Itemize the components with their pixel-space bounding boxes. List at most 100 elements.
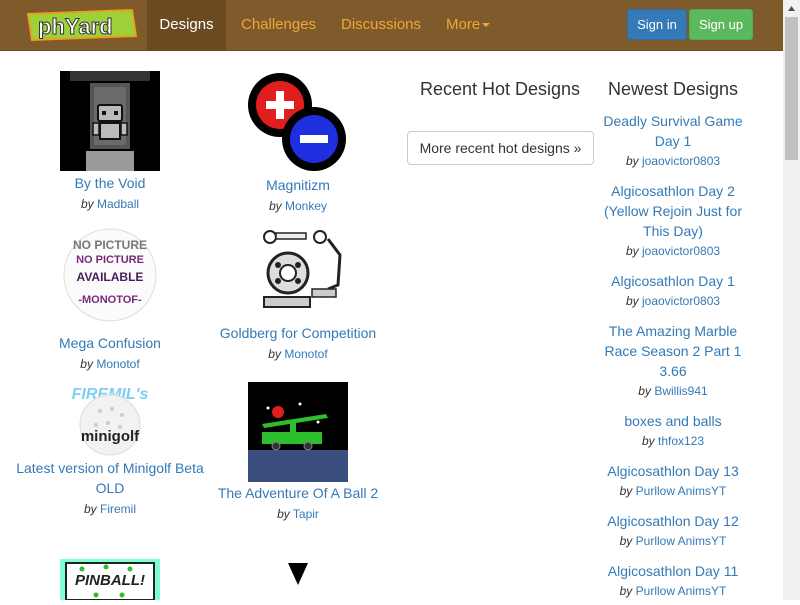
- list-item: Algicosathlon Day 11 by Purllow AnimsYT: [598, 561, 748, 600]
- newest-design-title[interactable]: boxes and balls: [598, 411, 748, 431]
- list-item: Algicosathlon Day 2 (Yellow Rejoin Just …: [598, 181, 748, 260]
- design-byline: by Madball: [15, 195, 205, 213]
- svg-text:PINBALL!: PINBALL!: [75, 572, 145, 589]
- by-label: by: [80, 357, 93, 371]
- author-link[interactable]: Tapir: [293, 507, 319, 521]
- newest-design-title[interactable]: Algicosathlon Day 12: [598, 511, 748, 531]
- design-thumbnail[interactable]: [248, 382, 348, 482]
- newest-design-byline: by joaovictor0803: [598, 242, 748, 260]
- newest-design-byline: by joaovictor0803: [598, 292, 748, 310]
- author-link[interactable]: thfox123: [658, 434, 704, 448]
- design-byline: by Monotof: [203, 345, 393, 363]
- vertical-scrollbar[interactable]: [783, 0, 800, 600]
- navbar: phYard Designs Challenges Discussions Mo…: [0, 0, 783, 51]
- design-card: By the Void by Madball: [15, 71, 205, 213]
- newest-design-title[interactable]: Algicosathlon Day 2 (Yellow Rejoin Just …: [598, 181, 748, 241]
- newest-design-byline: by joaovictor0803: [598, 152, 748, 170]
- scroll-up-icon[interactable]: [783, 0, 800, 17]
- caret-down-icon: [482, 23, 491, 28]
- by-label: by: [641, 434, 655, 448]
- list-item: Algicosathlon Day 1 by joaovictor0803: [598, 271, 748, 310]
- sign-in-button[interactable]: Sign in: [627, 9, 687, 40]
- newest-design-title[interactable]: Algicosathlon Day 1: [598, 271, 748, 291]
- design-title[interactable]: Magnitizm: [203, 175, 393, 195]
- design-thumbnail[interactable]: [248, 225, 348, 325]
- list-item: Algicosathlon Day 12 by Purllow AnimsYT: [598, 511, 748, 550]
- author-link[interactable]: Firemil: [100, 502, 136, 516]
- design-thumbnail[interactable]: NO PICTURE NO PICTURE AVAILABLE -MONOTOF…: [60, 225, 160, 325]
- design-byline: by Monotof: [15, 355, 205, 373]
- svg-text:minigolf: minigolf: [81, 428, 140, 445]
- newest-design-byline: by thfox123: [598, 432, 748, 450]
- nav-more-label: More: [446, 16, 481, 33]
- list-item: Algicosathlon Day 13 by Purllow AnimsYT: [598, 461, 748, 500]
- nav-designs[interactable]: Designs: [147, 0, 226, 50]
- design-card: PINBALL!: [15, 559, 205, 601]
- scroll-thumb[interactable]: [785, 17, 798, 160]
- by-label: by: [268, 199, 282, 213]
- more-hot-designs-button[interactable]: More recent hot designs »: [407, 131, 594, 165]
- design-title[interactable]: By the Void: [15, 173, 205, 193]
- design-card: NO PICTURE NO PICTURE AVAILABLE -MONOTOF…: [15, 225, 205, 373]
- svg-text:NO PICTURE: NO PICTURE: [76, 254, 144, 266]
- newest-design-byline: by Bwillis941: [598, 382, 748, 400]
- newest-designs-heading: Newest Designs: [607, 79, 739, 99]
- nav-more[interactable]: More: [446, 0, 491, 50]
- design-byline: by Tapir: [203, 505, 393, 523]
- newest-design-title[interactable]: Algicosathlon Day 13: [598, 461, 748, 481]
- author-link[interactable]: Monotof: [284, 347, 327, 361]
- design-card: [203, 563, 393, 600]
- newest-design-title[interactable]: The Amazing Marble Race Season 2 Part 1 …: [598, 321, 748, 381]
- phyard-logo[interactable]: phYard: [26, 8, 138, 42]
- design-thumbnail[interactable]: FIREMIL's minigolf: [60, 381, 160, 456]
- by-label: by: [619, 584, 633, 598]
- design-title[interactable]: Latest version of Minigolf Beta OLD: [15, 458, 205, 498]
- design-byline: by Monkey: [203, 197, 393, 215]
- author-link[interactable]: Monotof: [96, 357, 139, 371]
- design-title[interactable]: Goldberg for Competition: [203, 323, 393, 343]
- newest-design-byline: by Purllow AnimsYT: [598, 582, 748, 600]
- author-link[interactable]: Purllow AnimsYT: [636, 584, 727, 598]
- by-label: by: [619, 484, 633, 498]
- nav-discussions[interactable]: Discussions: [341, 0, 421, 50]
- newest-design-title[interactable]: Deadly Survival Game Day 1: [598, 111, 748, 151]
- author-link[interactable]: joaovictor0803: [642, 154, 720, 168]
- by-label: by: [625, 294, 639, 308]
- nav-challenges[interactable]: Challenges: [241, 0, 316, 50]
- design-card: FIREMIL's minigolf Latest version of Min…: [15, 381, 205, 518]
- author-link[interactable]: joaovictor0803: [642, 244, 720, 258]
- list-item: Deadly Survival Game Day 1 by joaovictor…: [598, 111, 748, 170]
- by-label: by: [268, 347, 281, 361]
- design-title[interactable]: The Adventure Of A Ball 2: [203, 483, 393, 503]
- by-label: by: [619, 534, 633, 548]
- author-link[interactable]: Purllow AnimsYT: [636, 484, 727, 498]
- author-link[interactable]: Purllow AnimsYT: [636, 534, 727, 548]
- list-item: boxes and balls by thfox123: [598, 411, 748, 450]
- design-thumbnail[interactable]: [60, 71, 160, 171]
- by-label: by: [638, 384, 651, 398]
- design-byline: by Firemil: [15, 500, 205, 518]
- design-card: Goldberg for Competition by Monotof: [203, 225, 393, 363]
- svg-text:AVAILABLE: AVAILABLE: [77, 270, 144, 284]
- by-label: by: [83, 502, 97, 516]
- author-link[interactable]: Bwillis941: [654, 384, 707, 398]
- newest-design-byline: by Purllow AnimsYT: [598, 532, 748, 550]
- design-thumbnail[interactable]: [248, 563, 348, 600]
- design-thumbnail[interactable]: PINBALL!: [60, 559, 160, 601]
- author-link[interactable]: joaovictor0803: [642, 294, 720, 308]
- by-label: by: [625, 244, 639, 258]
- newest-design-byline: by Purllow AnimsYT: [598, 482, 748, 500]
- by-label: by: [277, 507, 290, 521]
- by-label: by: [80, 197, 94, 211]
- newest-design-title[interactable]: Algicosathlon Day 11: [598, 561, 748, 581]
- list-item: The Amazing Marble Race Season 2 Part 1 …: [598, 321, 748, 400]
- author-link[interactable]: Madball: [97, 197, 139, 211]
- design-thumbnail[interactable]: [248, 73, 348, 173]
- design-title[interactable]: Mega Confusion: [15, 333, 205, 353]
- svg-text:NO PICTURE: NO PICTURE: [73, 238, 147, 252]
- author-link[interactable]: Monkey: [285, 199, 327, 213]
- by-label: by: [625, 154, 639, 168]
- svg-text:phYard: phYard: [38, 14, 113, 39]
- sign-up-button[interactable]: Sign up: [689, 9, 753, 40]
- design-card: Magnitizm by Monkey: [203, 73, 393, 215]
